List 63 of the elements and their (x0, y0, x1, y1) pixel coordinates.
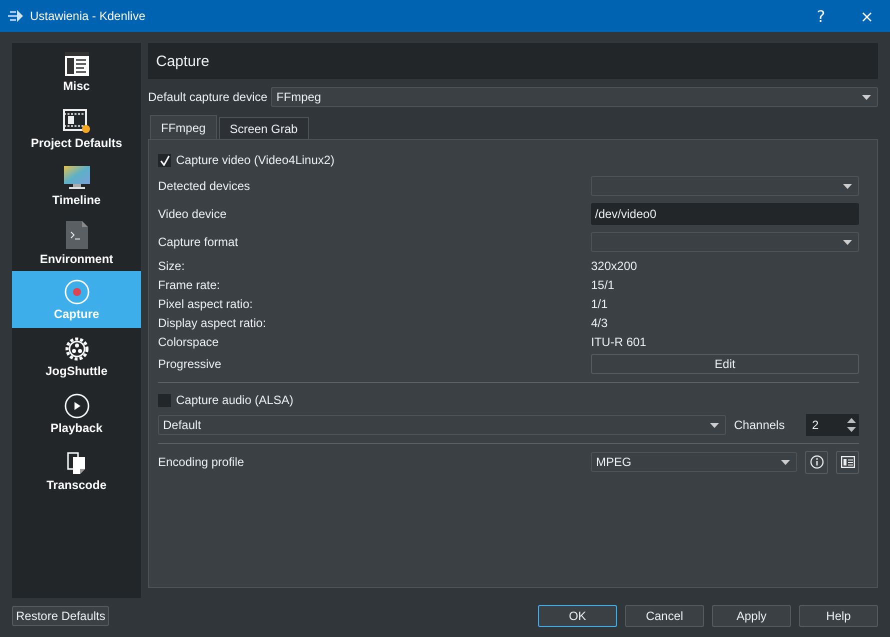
play-icon (64, 392, 90, 418)
checkbox-label: Capture audio (ALSA) (176, 393, 294, 407)
restore-defaults-button[interactable]: Restore Defaults (12, 606, 110, 626)
channels-spinbox[interactable]: 2 (806, 414, 859, 436)
field-label: Pixel aspect ratio: (158, 296, 254, 310)
film-icon (62, 108, 90, 134)
field-value: 4/3 (591, 316, 609, 330)
field-label: Channels (734, 418, 786, 432)
app-icon (8, 9, 24, 23)
spin-arrows-icon (847, 417, 856, 433)
caret-icon (843, 184, 852, 188)
sidebar-item[interactable]: Misc (12, 43, 141, 100)
terminal-icon (64, 220, 88, 250)
audio-device-dropdown[interactable]: Default (158, 415, 726, 435)
tab[interactable]: FFmpeg (150, 115, 217, 139)
field-value: 15/1 (591, 278, 616, 292)
field-label: Video device (158, 207, 228, 221)
dialog-button[interactable]: Apply (712, 605, 791, 627)
gear-icon (64, 336, 90, 362)
help-button[interactable]: ? (798, 0, 844, 32)
window-title: Ustawienia - Kdenlive (30, 9, 146, 23)
field-label: Detected devices (158, 179, 252, 193)
device-dropdown[interactable]: FFmpeg (271, 87, 878, 107)
monitor-icon (62, 164, 90, 190)
field-label: Display aspect ratio: (158, 316, 268, 330)
checkbox[interactable] (158, 154, 171, 166)
list-icon (840, 456, 854, 468)
dialog-button[interactable]: Help (799, 605, 878, 627)
edit-button[interactable]: Edit (591, 354, 859, 374)
info-button[interactable] (805, 450, 828, 474)
field-label: Size: (158, 258, 186, 272)
caret-icon (781, 460, 790, 464)
dialog-button[interactable]: OK (538, 605, 617, 627)
input-field[interactable]: /dev/video0 (591, 203, 859, 225)
sidebar-item[interactable]: Project Defaults (12, 100, 141, 157)
close-button[interactable]: × (844, 0, 890, 32)
field-label: Capture format (158, 235, 240, 249)
dialog-button[interactable]: Cancel (625, 605, 704, 627)
caret-icon (710, 422, 719, 428)
caret-icon (862, 94, 871, 100)
record-icon (64, 278, 90, 304)
caret-icon (843, 240, 852, 244)
field-value: 320x200 (591, 258, 638, 272)
field-label: Progressive (158, 357, 222, 371)
profile-dropdown[interactable]: MPEG (591, 452, 797, 472)
checkbox[interactable] (158, 394, 171, 406)
sidebar-item[interactable]: Transcode (12, 442, 141, 499)
window-icon (64, 50, 90, 76)
field-label: Frame rate: (158, 278, 222, 292)
sidebar-item[interactable]: JogShuttle (12, 328, 141, 385)
manage-profiles-button[interactable] (836, 450, 859, 474)
field-value: ITU-R 601 (591, 334, 648, 348)
sidebar-item[interactable]: Environment (12, 214, 141, 271)
field-value: 1/1 (591, 296, 609, 310)
checkbox-label: Capture video (Video4Linux2) (176, 153, 335, 167)
tab[interactable]: Screen Grab (218, 117, 309, 139)
sidebar-item[interactable]: Playback (12, 385, 141, 442)
sidebar-item[interactable]: Timeline (12, 157, 141, 214)
field-label: Default capture device (148, 90, 268, 104)
field-label: Encoding profile (158, 455, 246, 469)
info-icon (810, 455, 824, 469)
page-title: Capture (156, 52, 210, 70)
field-label: Colorspace (158, 334, 220, 348)
